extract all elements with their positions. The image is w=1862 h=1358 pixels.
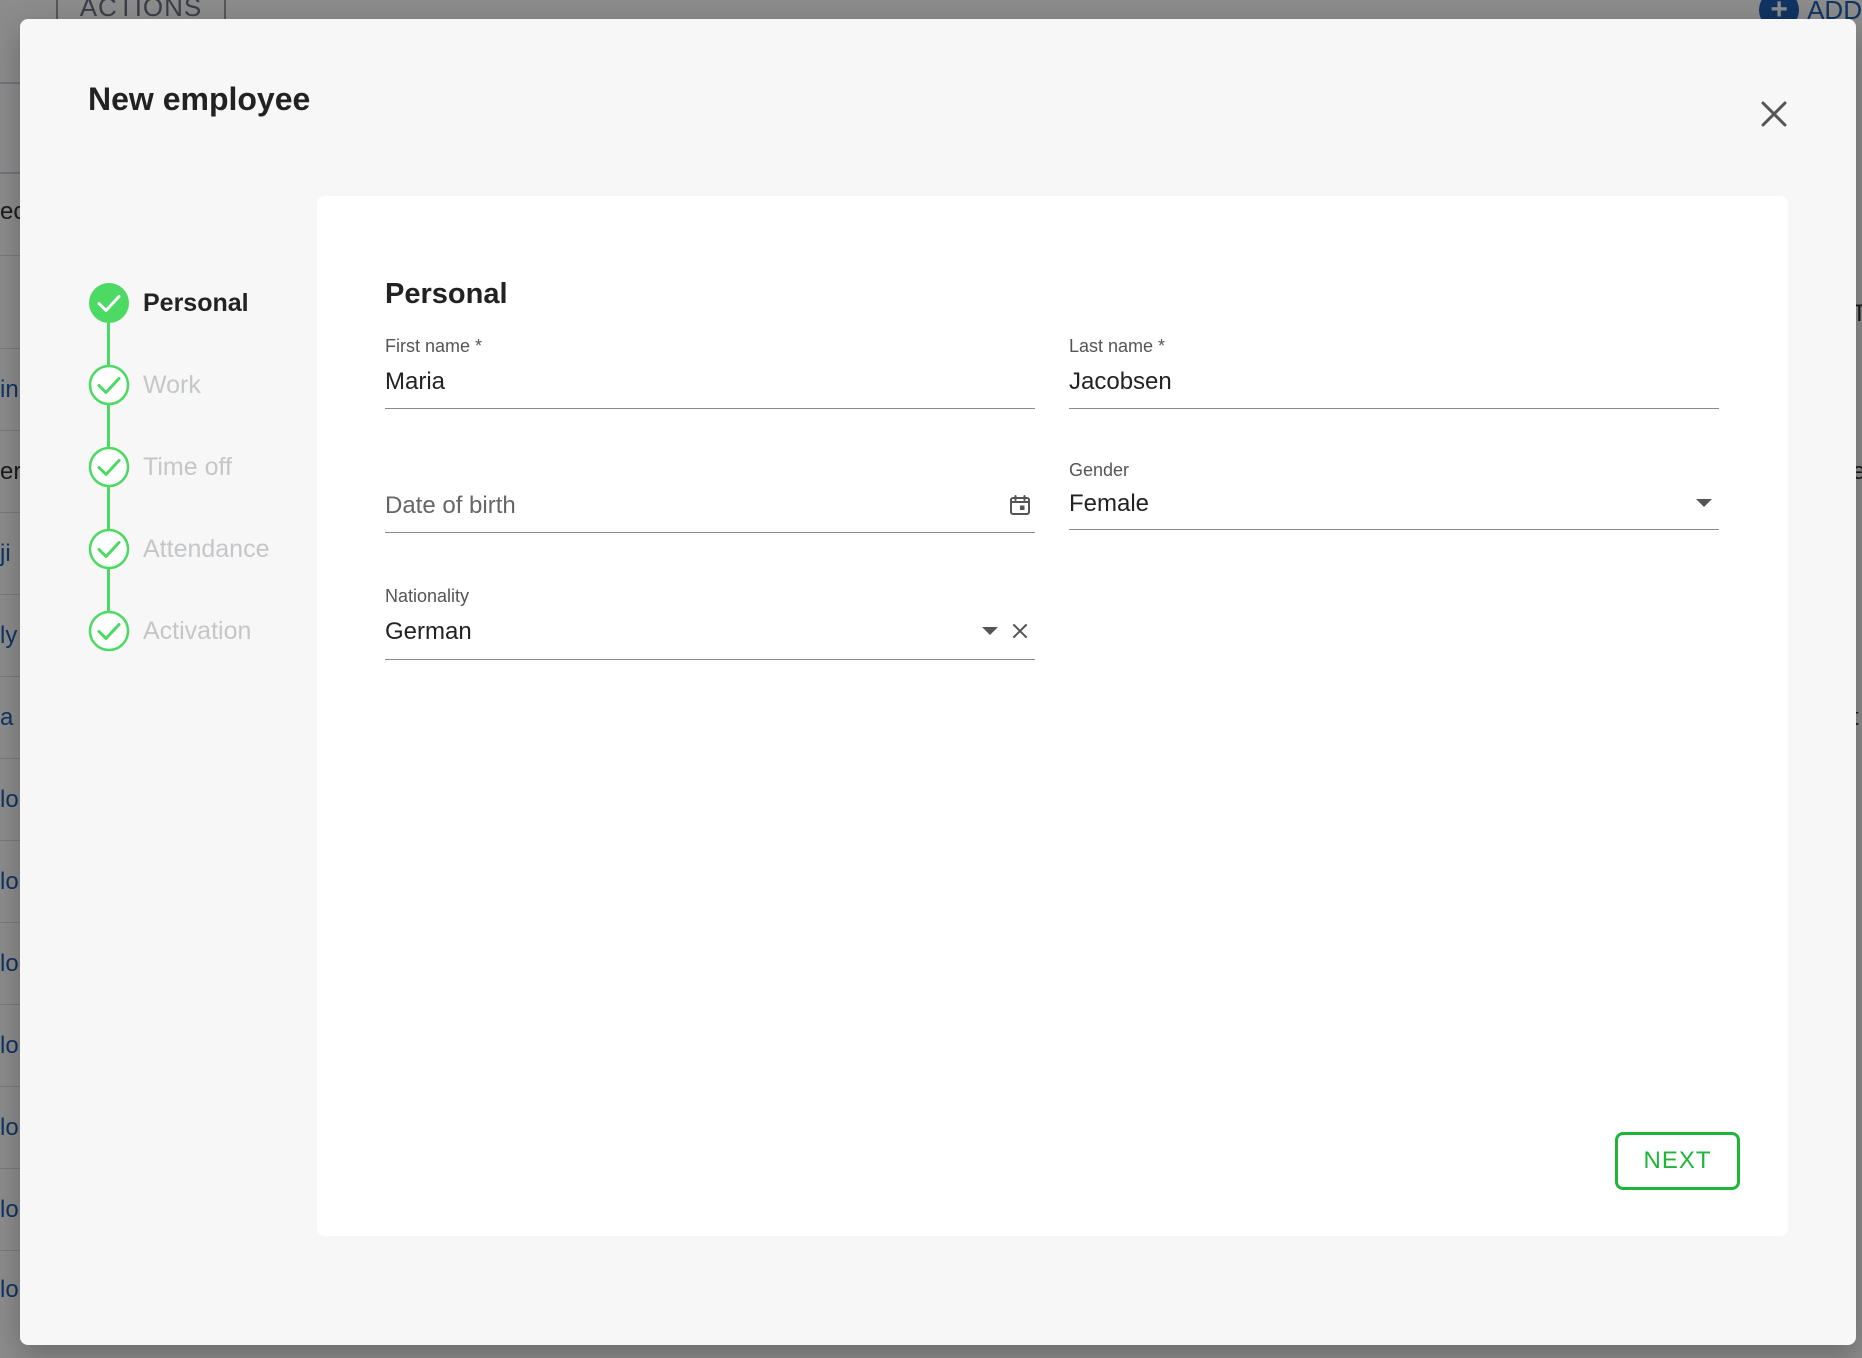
dialog-title: New employee	[88, 81, 311, 117]
personal-form-card: Personal First name * Maria Last name * …	[317, 196, 1788, 1236]
step-label: Attendance	[143, 534, 270, 563]
calendar-icon[interactable]	[1007, 492, 1033, 518]
field-underline	[385, 532, 1035, 533]
last-name-label: Last name *	[1069, 336, 1166, 356]
step-label: Work	[143, 370, 201, 399]
clear-icon[interactable]	[1009, 620, 1031, 642]
field-underline	[385, 659, 1035, 660]
chevron-down-icon[interactable]	[979, 622, 1001, 640]
nationality-label: Nationality	[385, 586, 470, 606]
close-icon	[1761, 101, 1787, 127]
step-label: Time off	[143, 452, 232, 481]
step-activation[interactable]: Activation	[88, 610, 251, 652]
step-time-off[interactable]: Time off	[88, 446, 232, 488]
first-name-input[interactable]: Maria	[385, 368, 445, 396]
step-label: Activation	[143, 616, 252, 645]
date-of-birth-input[interactable]: Date of birth	[385, 492, 516, 520]
gender-value[interactable]: Female	[1069, 490, 1149, 518]
check-circle-icon	[88, 364, 130, 406]
chevron-down-icon[interactable]	[1693, 494, 1715, 512]
step-work[interactable]: Work	[88, 364, 201, 406]
field-underline	[385, 408, 1035, 409]
new-employee-dialog: New employee Personal Work Time off Atte…	[20, 19, 1856, 1345]
first-name-field[interactable]: First name * Maria	[385, 336, 1035, 416]
date-of-birth-field[interactable]: Date of birth	[385, 460, 1035, 540]
last-name-field[interactable]: Last name * Jacobsen	[1069, 336, 1719, 416]
gender-label: Gender	[1069, 460, 1130, 480]
check-circle-icon	[88, 446, 130, 488]
check-circle-icon	[88, 528, 130, 570]
check-circle-icon	[88, 610, 130, 652]
last-name-input[interactable]: Jacobsen	[1069, 368, 1172, 396]
step-attendance[interactable]: Attendance	[88, 528, 270, 570]
stepper: Personal Work Time off Attendance Activa…	[88, 264, 308, 684]
field-underline	[1069, 529, 1719, 530]
next-button[interactable]: NEXT	[1615, 1132, 1740, 1190]
gender-select[interactable]: Gender Female	[1069, 460, 1719, 540]
check-circle-filled-icon	[88, 282, 130, 324]
step-personal[interactable]: Personal	[88, 282, 249, 324]
close-button[interactable]	[1749, 89, 1799, 139]
first-name-label: First name *	[385, 336, 483, 356]
nationality-select[interactable]: Nationality German	[385, 586, 1035, 666]
field-underline	[1069, 408, 1719, 409]
section-title: Personal	[385, 278, 508, 310]
step-label: Personal	[143, 288, 249, 317]
nationality-value[interactable]: German	[385, 618, 472, 646]
